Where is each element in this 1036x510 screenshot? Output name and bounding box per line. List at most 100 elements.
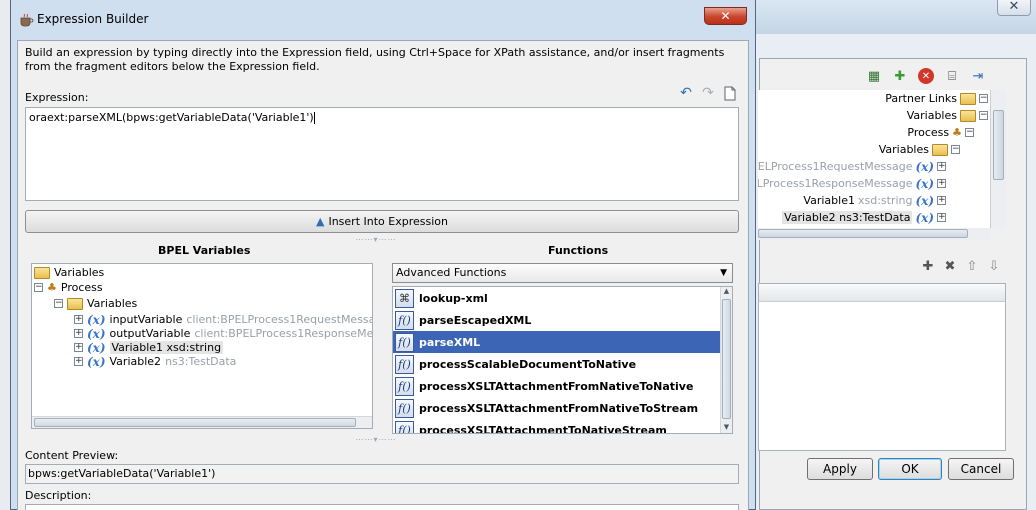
add-icon[interactable]: ✚: [920, 258, 936, 274]
variable-x-icon: (x): [87, 326, 106, 341]
variable-x-icon: (x): [915, 193, 934, 208]
fx-icon: f(): [395, 354, 414, 374]
coffee-cup-icon: [20, 13, 34, 27]
bpel-variables-tree: Variables − ♣ Process − Variables + (x) …: [31, 263, 373, 429]
move-up-icon[interactable]: ⇧: [964, 258, 980, 274]
expression-field[interactable]: oraext:parseXML(bpws:getVariableData('Va…: [25, 107, 739, 201]
intro-text: Build an expression by typing directly i…: [25, 46, 725, 73]
cancel-button[interactable]: Cancel: [948, 458, 1014, 480]
tree-horizontal-scrollbar[interactable]: [32, 416, 372, 428]
chevron-down-icon: ▼: [720, 268, 727, 278]
bg-tree-variable2[interactable]: Variable2 ns3:TestData (x) +: [782, 209, 946, 226]
expand-icon[interactable]: +: [74, 343, 83, 352]
folder-icon: [932, 143, 948, 156]
bg-tree-variable1[interactable]: Variable1 xsd:string (x) +: [803, 192, 946, 209]
puzzle-icon[interactable]: ✚: [892, 68, 908, 84]
function-parse-escaped-xml[interactable]: f() parseEscapedXML: [393, 309, 721, 331]
process-icon: ♣: [47, 281, 57, 294]
fx-icon: f(): [395, 376, 414, 396]
function-xslt-to-native-stream[interactable]: f() processXSLTAttachmentToNativeStream: [393, 419, 721, 433]
collapse-icon[interactable]: −: [979, 94, 988, 103]
dialog-close-button[interactable]: ✕: [704, 7, 747, 25]
expression-label: Expression:: [25, 91, 89, 104]
variable-x-icon: (x): [915, 210, 934, 225]
collapse-icon[interactable]: −: [34, 283, 43, 292]
functions-vertical-scrollbar[interactable]: ▲ ▼: [720, 287, 732, 433]
bg-tree-process[interactable]: Process ♣ −: [907, 124, 974, 141]
dialog-title: Expression Builder: [37, 12, 149, 26]
description-field: [25, 504, 739, 510]
folder-icon: [960, 92, 976, 105]
background-toolbar: ▦ ✚ ✕ ⌸ ⇥: [866, 68, 994, 84]
function-parse-xml[interactable]: f() parseXML: [393, 331, 721, 353]
tree-variable2[interactable]: + (x) Variable2 ns3:TestData: [74, 354, 236, 369]
expand-icon[interactable]: +: [74, 315, 83, 324]
scroll-up-icon[interactable]: ▲: [721, 287, 732, 297]
collapse-icon[interactable]: −: [951, 145, 960, 154]
tree-input-variable[interactable]: + (x) inputVariable client:BPELProcess1R…: [74, 312, 372, 327]
insert-into-expression-button[interactable]: ▲ Insert Into Expression: [25, 210, 739, 233]
expand-icon[interactable]: +: [937, 196, 946, 205]
xml-literal-icon[interactable]: ⌸: [944, 68, 960, 84]
chevron-up-icon: ▲: [316, 215, 325, 228]
bg-tree-request-message[interactable]: BPELProcess1RequestMessage (x) +: [758, 158, 946, 175]
bg-tree-variables-inner[interactable]: Variables −: [879, 141, 960, 158]
variable-x-icon: (x): [915, 159, 934, 174]
background-variables-tree: Partner Links − Variables − Process ♣ − …: [758, 90, 994, 228]
expand-icon[interactable]: +: [74, 357, 83, 366]
delete-red-icon[interactable]: ✕: [918, 68, 934, 84]
function-xslt-native-to-native[interactable]: f() processXSLTAttachmentFromNativeToNat…: [393, 375, 721, 397]
fx-icon: f(): [395, 398, 414, 418]
splitter-handle-bottom[interactable]: ⋯⋯▾⋯⋯: [351, 436, 401, 444]
fx-icon: f(): [395, 332, 414, 352]
function-process-scalable-document[interactable]: f() processScalableDocumentToNative: [393, 353, 721, 375]
clear-document-icon[interactable]: [722, 85, 738, 101]
fx-icon: f(): [395, 420, 414, 433]
expression-builder-dialog: Expression Builder ✕ Build an expression…: [10, 0, 756, 510]
ok-button[interactable]: OK: [878, 458, 942, 480]
functions-title: Functions: [548, 244, 609, 257]
apply-button[interactable]: Apply: [807, 458, 873, 480]
functions-list: ⌘ lookup-xml f() parseEscapedXML f() par…: [392, 286, 733, 434]
lookup-icon: ⌘: [395, 288, 414, 308]
background-close-button[interactable]: ✕: [997, 0, 1031, 16]
tree-variables[interactable]: − Variables: [54, 296, 137, 311]
expand-icon[interactable]: +: [937, 213, 946, 222]
tree-output-variable[interactable]: + (x) outputVariable client:BPELProcess1…: [74, 326, 372, 341]
folder-icon: [34, 266, 50, 279]
collapse-icon[interactable]: −: [965, 128, 974, 137]
background-tree-vertical-scrollbar[interactable]: [990, 90, 1006, 228]
function-xslt-native-to-stream[interactable]: f() processXSLTAttachmentFromNativeToStr…: [393, 397, 721, 419]
content-preview-field: bpws:getVariableData('Variable1'): [25, 464, 739, 484]
tree-process[interactable]: − ♣ Process: [34, 280, 103, 295]
dialog-content: Build an expression by typing directly i…: [17, 40, 749, 510]
undo-icon[interactable]: ↶: [678, 85, 694, 101]
expand-icon[interactable]: +: [74, 329, 83, 338]
background-window-edge: [0, 0, 10, 510]
background-titlebar: ✕: [741, 0, 1036, 34]
description-label: Description:: [25, 489, 92, 502]
expression-text: oraext:parseXML(bpws:getVariableData('Va…: [29, 111, 314, 124]
tree-root-variables[interactable]: Variables: [34, 265, 104, 280]
process-icon: ♣: [952, 126, 962, 139]
remove-icon[interactable]: ✖: [942, 258, 958, 274]
collapse-icon[interactable]: −: [979, 111, 988, 120]
bg-tree-variables[interactable]: Variables −: [907, 107, 988, 124]
variable-x-icon: (x): [87, 340, 106, 355]
bg-tree-partner-links[interactable]: Partner Links −: [885, 90, 988, 107]
function-lookup-xml[interactable]: ⌘ lookup-xml: [393, 287, 721, 309]
scroll-down-icon[interactable]: ▼: [721, 423, 732, 433]
dialog-titlebar: Expression Builder ✕: [11, 0, 755, 40]
background-tree-horizontal-scrollbar[interactable]: [758, 228, 990, 240]
expand-icon[interactable]: +: [937, 162, 946, 171]
expand-icon[interactable]: +: [937, 179, 946, 188]
move-down-icon[interactable]: ⇩: [986, 258, 1002, 274]
bg-tree-response-message[interactable]: BPELProcess1ResponseMessage (x) +: [758, 175, 946, 192]
copy-rule-icon[interactable]: ⇥: [970, 68, 986, 84]
tree-variable1[interactable]: + (x) Variable1 xsd:string: [74, 340, 224, 355]
function-category-dropdown[interactable]: Advanced Functions ▼: [392, 263, 733, 283]
redo-icon[interactable]: ↷: [700, 85, 716, 101]
collapse-icon[interactable]: −: [54, 299, 63, 308]
splitter-handle-top[interactable]: ⋯⋯▾⋯⋯: [351, 236, 401, 244]
expression-icon[interactable]: ▦: [866, 68, 882, 84]
